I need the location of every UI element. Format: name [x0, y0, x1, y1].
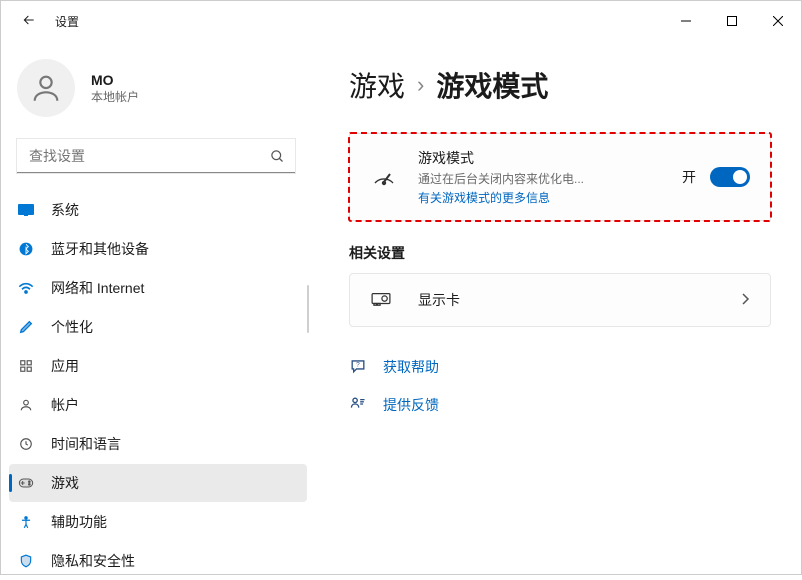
sidebar-item-label: 隐私和安全性	[51, 551, 135, 571]
back-icon[interactable]	[21, 12, 37, 31]
sidebar-item-time-language[interactable]: 时间和语言	[9, 425, 307, 463]
toggle-state-label: 开	[682, 167, 696, 187]
sidebar-nav: 系统 蓝牙和其他设备 网络和 Internet 个性化 应用 帐户	[9, 191, 311, 580]
display-icon	[17, 201, 35, 219]
sidebar-item-personalization[interactable]: 个性化	[9, 308, 307, 346]
main-content: 游戏 › 游戏模式 游戏模式 通过在后台关闭内容来优化电... 有关游戏模式的更…	[311, 41, 801, 576]
gamepad-icon	[17, 474, 35, 492]
game-mode-card: 游戏模式 通过在后台关闭内容来优化电... 有关游戏模式的更多信息 开	[349, 133, 771, 221]
sidebar-item-label: 蓝牙和其他设备	[51, 239, 149, 259]
sidebar-item-label: 时间和语言	[51, 434, 121, 454]
breadcrumb: 游戏 › 游戏模式	[349, 65, 771, 105]
gpu-icon	[370, 291, 398, 310]
sidebar-item-gaming[interactable]: 游戏	[9, 464, 307, 502]
sidebar-item-privacy[interactable]: 隐私和安全性	[9, 542, 307, 580]
sidebar-item-label: 辅助功能	[51, 512, 107, 532]
sidebar-item-bluetooth[interactable]: 蓝牙和其他设备	[9, 230, 307, 268]
search-input[interactable]	[17, 139, 295, 173]
clock-icon	[17, 435, 35, 453]
bluetooth-icon	[17, 240, 35, 258]
window-title: 设置	[55, 13, 79, 30]
user-name: MO	[91, 72, 139, 88]
speedometer-icon	[370, 167, 398, 187]
person-icon	[17, 396, 35, 414]
title-bar: 设置	[1, 1, 801, 41]
user-type: 本地帐户	[91, 88, 139, 105]
game-mode-more-link[interactable]: 有关游戏模式的更多信息	[418, 189, 682, 206]
sidebar-item-label: 个性化	[51, 317, 93, 337]
minimize-button[interactable]	[663, 5, 709, 37]
display-card-label: 显示卡	[418, 290, 740, 310]
sidebar-item-apps[interactable]: 应用	[9, 347, 307, 385]
help-icon: ?	[349, 358, 367, 377]
chevron-right-icon	[740, 292, 750, 309]
chevron-right-icon: ›	[417, 72, 424, 98]
sidebar-item-label: 网络和 Internet	[51, 278, 144, 298]
game-mode-description: 通过在后台关闭内容来优化电...	[418, 170, 682, 187]
brush-icon	[17, 318, 35, 336]
user-block[interactable]: MO 本地帐户	[9, 41, 311, 135]
avatar	[17, 59, 75, 117]
close-button[interactable]	[755, 5, 801, 37]
get-help-link[interactable]: ? 获取帮助	[349, 357, 771, 377]
game-mode-title: 游戏模式	[418, 148, 682, 168]
wifi-icon	[17, 279, 35, 297]
window-controls	[663, 5, 801, 37]
feedback-icon	[349, 396, 367, 415]
accessibility-icon	[17, 513, 35, 531]
sidebar-item-system[interactable]: 系统	[9, 191, 307, 229]
sidebar-item-label: 游戏	[51, 473, 79, 493]
breadcrumb-parent[interactable]: 游戏	[349, 65, 405, 105]
give-feedback-link[interactable]: 提供反馈	[349, 395, 771, 415]
maximize-button[interactable]	[709, 5, 755, 37]
get-help-label: 获取帮助	[383, 357, 439, 377]
sidebar-item-label: 帐户	[51, 395, 79, 415]
sidebar-item-accounts[interactable]: 帐户	[9, 386, 307, 424]
search-icon[interactable]	[270, 139, 285, 173]
sidebar-item-label: 系统	[51, 200, 79, 220]
sidebar: MO 本地帐户 系统 蓝牙和其他设备 网络和 Internet	[1, 41, 311, 576]
sidebar-item-accessibility[interactable]: 辅助功能	[9, 503, 307, 541]
shield-icon	[17, 552, 35, 570]
grid-icon	[17, 357, 35, 375]
sidebar-item-network[interactable]: 网络和 Internet	[9, 269, 307, 307]
game-mode-toggle[interactable]	[710, 167, 750, 187]
display-card-link[interactable]: 显示卡	[349, 273, 771, 327]
give-feedback-label: 提供反馈	[383, 395, 439, 415]
sidebar-item-label: 应用	[51, 356, 79, 376]
svg-text:?: ?	[356, 361, 360, 368]
related-settings-title: 相关设置	[349, 243, 771, 263]
sidebar-scrollbar[interactable]	[304, 41, 311, 576]
breadcrumb-current: 游戏模式	[436, 65, 548, 105]
